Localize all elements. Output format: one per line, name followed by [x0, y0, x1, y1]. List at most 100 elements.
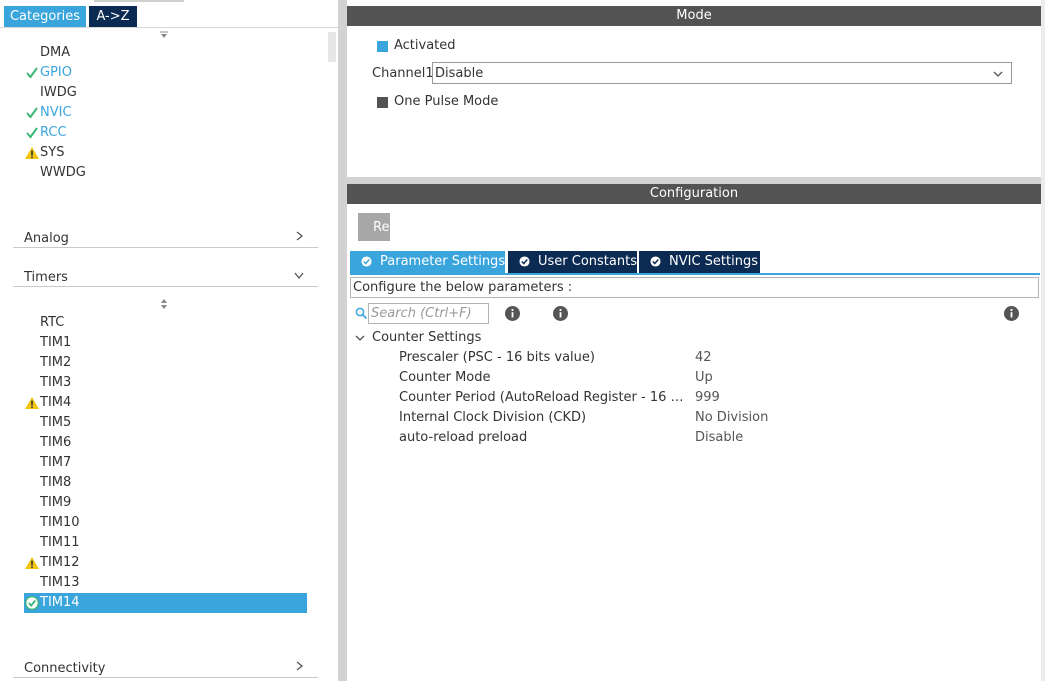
check-icon — [26, 127, 38, 139]
section-analog[interactable]: Analog — [13, 223, 318, 248]
tab-parameter-settings[interactable]: Parameter Settings — [350, 251, 505, 273]
mode-config-splitter[interactable] — [347, 177, 1045, 184]
section-connectivity[interactable]: Connectivity — [13, 653, 318, 678]
list-item[interactable]: TIM10 — [24, 513, 314, 533]
check-circle-icon — [25, 596, 39, 610]
mode-header: Mode — [347, 6, 1041, 26]
channel1-select[interactable]: Disable — [432, 62, 1012, 84]
activated-checkbox[interactable] — [377, 41, 388, 52]
tab-nvic-settings[interactable]: NVIC Settings — [639, 251, 760, 273]
chevron-down-icon — [355, 335, 365, 341]
list-item-label: TIM2 — [40, 355, 72, 370]
list-item[interactable]: TIM1 — [24, 333, 314, 353]
parameter-name: Internal Clock Division (CKD) — [399, 410, 587, 425]
list-item-label: WWDG — [40, 165, 86, 180]
tab-parameter-settings-label: Parameter Settings — [380, 254, 506, 269]
tab-a-z[interactable]: A->Z — [89, 6, 137, 27]
list-item-label: TIM5 — [40, 415, 72, 430]
search-input[interactable] — [368, 303, 489, 324]
parameter-name: auto-reload preload — [399, 430, 528, 445]
right-scrollbar[interactable] — [1041, 0, 1045, 681]
list-item-label: DMA — [40, 45, 71, 60]
search-icon — [355, 307, 368, 320]
parameter-value[interactable]: Disable — [695, 430, 743, 445]
panel-splitter[interactable] — [338, 0, 347, 681]
scroll-up-arrow-icon[interactable] — [159, 30, 169, 39]
tab-categories[interactable]: Categories — [4, 6, 86, 27]
list-item-label: TIM8 — [40, 475, 72, 490]
list-item-label: TIM9 — [40, 495, 72, 510]
section-connectivity-label: Connectivity — [24, 661, 106, 676]
info-icon[interactable] — [505, 306, 520, 321]
list-item-label: SYS — [40, 145, 65, 160]
list-item[interactable]: DMA — [24, 43, 314, 63]
configure-label: Configure the below parameters : — [353, 280, 573, 295]
left-panel: Categories A->Z DMA GPIO IWDG NVIC RCC SYS WWD… — [0, 0, 338, 681]
tab-nvic-settings-label: NVIC Settings — [669, 254, 758, 269]
check-circle-icon — [519, 256, 530, 267]
list-item[interactable]: TIM5 — [24, 413, 314, 433]
section-timers[interactable]: Timers — [13, 262, 318, 287]
counter-settings-group[interactable]: Counter Settings — [355, 330, 755, 348]
list-item[interactable]: NVIC — [24, 103, 314, 123]
check-icon — [26, 107, 38, 119]
list-item-label: TIM12 — [40, 555, 80, 570]
chevron-down-icon — [993, 71, 1003, 77]
one-pulse-label: One Pulse Mode — [394, 94, 499, 109]
left-scrollbar[interactable] — [328, 32, 336, 62]
table-row[interactable]: auto-reload preload Disable — [399, 430, 1039, 450]
list-item[interactable]: TIM9 — [24, 493, 314, 513]
list-item[interactable]: TIM4 — [24, 393, 314, 413]
list-item-label: NVIC — [40, 105, 72, 120]
sort-arrows-icon[interactable] — [159, 298, 169, 310]
section-timers-label: Timers — [24, 270, 68, 285]
tab-user-constants[interactable]: User Constants — [508, 251, 637, 273]
parameter-value[interactable]: 999 — [695, 390, 720, 405]
check-icon — [26, 67, 38, 79]
table-row[interactable]: Counter Mode Up — [399, 370, 1039, 390]
tab-underline — [0, 27, 338, 28]
chevron-right-icon — [296, 661, 304, 671]
list-item[interactable]: TIM13 — [24, 573, 314, 593]
table-row[interactable]: Internal Clock Division (CKD) No Division — [399, 410, 1039, 430]
warning-icon — [25, 397, 39, 409]
list-item[interactable]: TIM7 — [24, 453, 314, 473]
reset-button-label: Re — [373, 220, 390, 235]
list-item[interactable]: TIM2 — [24, 353, 314, 373]
configure-box: Configure the below parameters : — [350, 277, 1039, 298]
list-item[interactable]: SYS — [24, 143, 314, 163]
list-item[interactable]: TIM14 — [24, 593, 307, 613]
list-item-label: RTC — [40, 315, 65, 330]
list-item-label: TIM3 — [40, 375, 72, 390]
table-row[interactable]: Prescaler (PSC - 16 bits value) 42 — [399, 350, 1039, 370]
list-item[interactable]: GPIO — [24, 63, 314, 83]
parameter-name: Counter Period (AutoReload Register - 16… — [399, 390, 691, 405]
table-row[interactable]: Counter Period (AutoReload Register - 16… — [399, 390, 1039, 410]
parameter-value[interactable]: 42 — [695, 350, 712, 365]
list-item[interactable]: RCC — [24, 123, 314, 143]
parameter-value[interactable]: No Division — [695, 410, 768, 425]
list-item-label: TIM4 — [40, 395, 72, 410]
list-item[interactable]: TIM8 — [24, 473, 314, 493]
list-item[interactable]: RTC — [24, 313, 314, 333]
list-item-label: TIM10 — [40, 515, 80, 530]
reset-configuration-button[interactable]: Re — [358, 213, 390, 241]
list-item[interactable]: TIM11 — [24, 533, 314, 553]
list-item[interactable]: TIM12 — [24, 553, 314, 573]
list-item[interactable]: IWDG — [24, 83, 314, 103]
warning-icon — [25, 557, 39, 569]
one-pulse-checkbox[interactable] — [377, 97, 388, 108]
tab-underline — [350, 273, 1040, 275]
list-item-label: RCC — [40, 125, 67, 140]
list-item-label: TIM7 — [40, 455, 72, 470]
list-item[interactable]: TIM3 — [24, 373, 314, 393]
list-item-label: TIM13 — [40, 575, 80, 590]
info-icon[interactable] — [1004, 306, 1019, 321]
parameter-name: Counter Mode — [399, 370, 491, 385]
info-icon[interactable] — [553, 306, 568, 321]
warning-icon — [25, 147, 39, 159]
list-item[interactable]: TIM6 — [24, 433, 314, 453]
parameter-value[interactable]: Up — [695, 370, 713, 385]
list-item[interactable]: WWDG — [24, 163, 314, 183]
right-panel: Mode Activated Channel1 Disable One Puls… — [347, 0, 1045, 681]
